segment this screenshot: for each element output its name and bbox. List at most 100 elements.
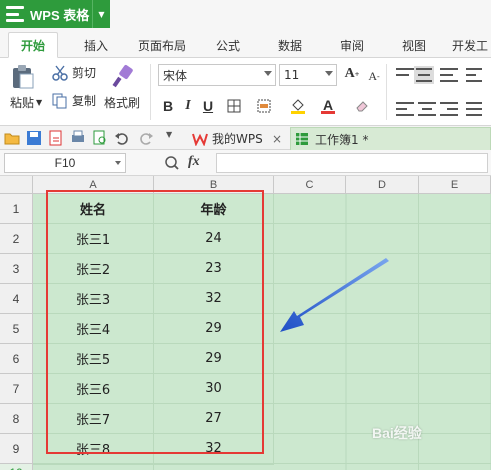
- paste-button[interactable]: 粘贴 ▼: [10, 64, 42, 111]
- grow-font-button[interactable]: A +: [342, 64, 362, 84]
- font-size-select[interactable]: 11: [279, 64, 337, 86]
- border-grid-icon: [227, 99, 241, 113]
- row-header-active[interactable]: 10: [0, 464, 33, 470]
- column-header-e[interactable]: E: [419, 176, 491, 194]
- zoom-icon[interactable]: [164, 155, 180, 171]
- font-color-button[interactable]: A: [318, 96, 338, 116]
- cell-a8[interactable]: 张三7: [33, 404, 154, 434]
- cell-a9[interactable]: 张三8: [33, 434, 154, 464]
- redo-icon[interactable]: [138, 130, 154, 146]
- copy-button[interactable]: 复制: [52, 92, 96, 109]
- column-header-c[interactable]: C: [274, 176, 346, 194]
- cell-a2[interactable]: 张三1: [33, 224, 154, 254]
- row-header[interactable]: 7: [0, 374, 33, 404]
- cell-b7[interactable]: 30: [154, 374, 274, 404]
- print-preview-icon[interactable]: [92, 130, 108, 146]
- row-header[interactable]: 1: [0, 194, 33, 224]
- app-title: WPS 表格: [30, 7, 90, 23]
- export-pdf-icon[interactable]: [48, 130, 64, 146]
- name-box[interactable]: F10: [4, 153, 126, 173]
- align-middle-button[interactable]: [414, 66, 434, 84]
- cell-a6[interactable]: 张三5: [33, 344, 154, 374]
- row-header[interactable]: 9: [0, 434, 33, 464]
- tab-home[interactable]: 开始: [8, 32, 58, 58]
- insert-function-button[interactable]: fx: [188, 154, 200, 170]
- chevron-down-icon: [115, 161, 121, 165]
- tab-developer[interactable]: 开发工: [452, 32, 491, 58]
- font-name-value: 宋体: [163, 68, 188, 83]
- cell-a4[interactable]: 张三3: [33, 284, 154, 314]
- tab-my-wps-label: 我的WPS: [212, 132, 263, 146]
- bold-button[interactable]: B: [158, 96, 178, 116]
- clear-format-button[interactable]: [352, 96, 372, 116]
- save-icon[interactable]: [26, 130, 42, 146]
- shrink-font-button[interactable]: A-: [364, 66, 384, 86]
- row-header[interactable]: 5: [0, 314, 33, 344]
- wrap-text-button[interactable]: [466, 68, 482, 82]
- font-name-select[interactable]: 宋体: [158, 64, 276, 86]
- undo-icon[interactable]: [114, 130, 130, 146]
- format-painter-button[interactable]: 格式刷: [104, 64, 140, 111]
- tab-review[interactable]: 审阅: [330, 32, 374, 58]
- column-header-b[interactable]: B: [154, 176, 274, 194]
- column-header-a[interactable]: A: [33, 176, 154, 194]
- row-10-cells[interactable]: [33, 464, 274, 470]
- paste-icon: [13, 65, 34, 89]
- cell-b9[interactable]: 32: [154, 434, 274, 464]
- wps-logo-icon: [6, 6, 24, 22]
- tab-my-wps[interactable]: 我的WPS ×: [188, 127, 286, 150]
- cell-a3[interactable]: 张三2: [33, 254, 154, 284]
- cell-a7[interactable]: 张三6: [33, 374, 154, 404]
- align-left-button[interactable]: [396, 102, 414, 116]
- formula-input[interactable]: [216, 153, 488, 173]
- chevron-down-icon[interactable]: ▼: [92, 0, 110, 28]
- italic-button[interactable]: I: [178, 96, 198, 116]
- cell-b6[interactable]: 29: [154, 344, 274, 374]
- row-header[interactable]: 6: [0, 344, 33, 374]
- align-top-button[interactable]: [396, 68, 414, 82]
- tab-page-layout[interactable]: 页面布局: [132, 32, 192, 58]
- cell-b5[interactable]: 29: [154, 314, 274, 344]
- folder-icon[interactable]: [4, 130, 20, 146]
- row-header[interactable]: 3: [0, 254, 33, 284]
- cell-b3[interactable]: 23: [154, 254, 274, 284]
- tab-workbook[interactable]: 工作簿1 *: [290, 127, 491, 150]
- cell-b8[interactable]: 27: [154, 404, 274, 434]
- align-right-button[interactable]: [440, 102, 458, 116]
- tab-view[interactable]: 视图: [392, 32, 436, 58]
- column-header-d[interactable]: D: [346, 176, 419, 194]
- cell-b1[interactable]: 年龄: [154, 194, 274, 224]
- chevron-down-icon[interactable]: ▼: [36, 98, 42, 107]
- borders-button[interactable]: [224, 96, 244, 116]
- row-header[interactable]: 8: [0, 404, 33, 434]
- customize-toolbar-icon[interactable]: ▼: [166, 130, 182, 146]
- app-menu-button[interactable]: WPS 表格 ▼: [0, 0, 110, 28]
- grow-font-label: A: [344, 66, 355, 81]
- paint-bucket-icon: [291, 99, 305, 114]
- print-icon[interactable]: [70, 130, 86, 146]
- cell-b2[interactable]: 24: [154, 224, 274, 254]
- cell-a1[interactable]: 姓名: [33, 194, 154, 224]
- cell-a5[interactable]: 张三4: [33, 314, 154, 344]
- copy-icon: [52, 93, 67, 108]
- underline-button[interactable]: U: [198, 96, 218, 116]
- fill-color-button[interactable]: [288, 96, 308, 116]
- row-header[interactable]: 2: [0, 224, 33, 254]
- cell-b4[interactable]: 32: [154, 284, 274, 314]
- tab-insert[interactable]: 插入: [74, 32, 118, 58]
- row-header[interactable]: 4: [0, 284, 33, 314]
- tab-formulas[interactable]: 公式: [206, 32, 250, 58]
- copy-label: 复制: [72, 94, 97, 108]
- close-icon[interactable]: ×: [272, 132, 282, 146]
- tab-data[interactable]: 数据: [268, 32, 312, 58]
- ribbon-divider: [150, 64, 151, 120]
- arrow-annotation-icon: [280, 258, 389, 332]
- merge-cells-button[interactable]: [254, 96, 274, 116]
- formula-bar: F10 fx: [0, 150, 491, 176]
- select-all-corner[interactable]: [0, 176, 33, 194]
- cut-button[interactable]: 剪切: [52, 64, 96, 81]
- justify-button[interactable]: [466, 102, 482, 116]
- align-center-button[interactable]: [418, 102, 436, 116]
- align-bottom-button[interactable]: [440, 68, 458, 82]
- shrink-font-label: A: [368, 68, 377, 83]
